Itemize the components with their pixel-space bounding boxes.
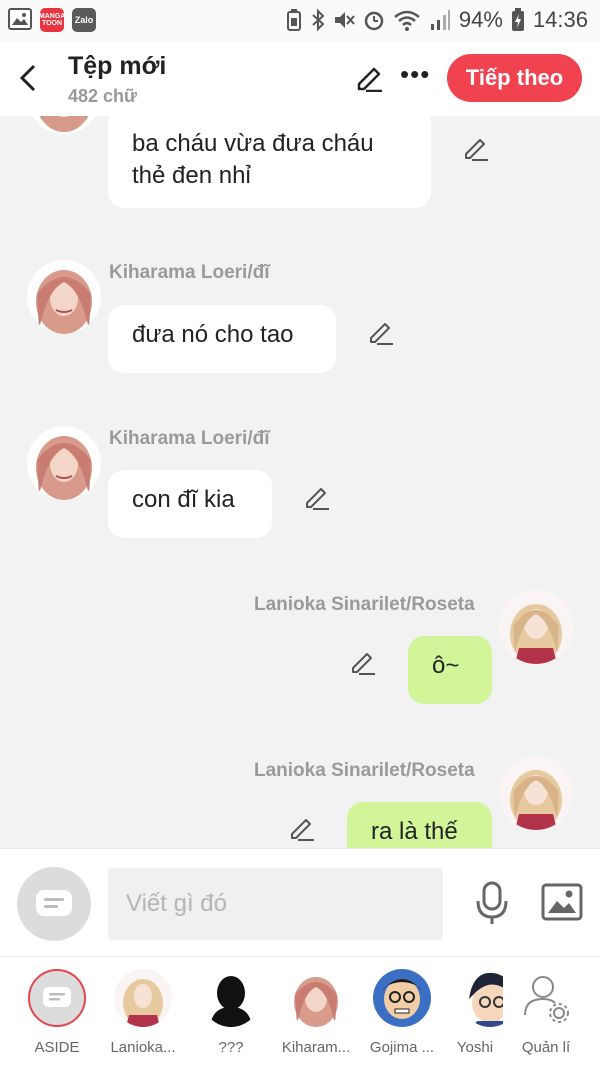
edit-message-icon[interactable] (349, 648, 377, 676)
message-text-line: ba cháu vừa đưa cháu (132, 130, 374, 157)
character-avatar-lanioka[interactable] (499, 756, 573, 830)
message-bubble[interactable]: ô~ (408, 636, 492, 704)
aside-chat-icon (36, 890, 72, 916)
battery-saver-icon (286, 9, 301, 31)
character-avatar-lanioka[interactable] (499, 590, 573, 664)
aside-toggle-button[interactable] (17, 867, 91, 941)
zalo-notification-icon: Zalo (72, 8, 96, 32)
character-label: Quản lí (521, 1039, 571, 1056)
character-avatar-kiharama[interactable] (27, 426, 101, 500)
clock: 14:36 (532, 7, 588, 32)
manage-characters-icon (524, 976, 569, 1023)
character-avatar (373, 969, 431, 1027)
character-name: Kiharama Loeri/đĩ (109, 428, 270, 449)
character-avatar (461, 969, 503, 1027)
status-bar: MANGA TOON Zalo 94% 14:36 (0, 0, 600, 42)
message-bubble[interactable]: ra là thế (347, 802, 492, 848)
character-avatar (202, 969, 260, 1027)
character-label: Kiharam... (281, 1039, 351, 1056)
character-label: ??? (218, 1039, 244, 1056)
character-item-yoshi[interactable]: Yoshi (447, 969, 503, 1064)
more-options-icon[interactable]: ••• (400, 61, 430, 87)
message-text-line: thẻ đen nhỉ (132, 162, 251, 189)
aside-avatar (28, 969, 86, 1027)
character-name: Lanioka Sinarilet/Roseta (254, 760, 475, 781)
edit-title-icon[interactable] (354, 62, 384, 92)
character-name: Kiharama Loeri/đĩ (109, 262, 270, 283)
character-avatar (114, 969, 172, 1027)
message-bubble[interactable]: con đĩ kia (108, 470, 272, 538)
aside-chat-icon (43, 987, 71, 1007)
character-label: Lanioka... (110, 1039, 176, 1056)
edit-message-icon[interactable] (303, 483, 331, 511)
message-text-line: ô~ (432, 652, 460, 679)
mute-icon (334, 12, 355, 28)
character-avatar (287, 969, 345, 1027)
character-label: Gojima ... (369, 1039, 435, 1056)
microphone-icon[interactable] (474, 881, 510, 925)
edit-message-icon[interactable] (288, 814, 316, 842)
character-avatar-kiharama[interactable] (27, 260, 101, 334)
character-label: Yoshi (456, 1039, 494, 1056)
character-item-lanioka[interactable]: Lanioka... (103, 969, 183, 1064)
message-input[interactable] (108, 868, 443, 940)
battery-percent: 94% (458, 7, 503, 32)
page-title: Tệp mới (68, 52, 167, 80)
character-bar: ASIDE Lanioka... ??? Kiharam... Gojima .… (0, 956, 600, 1067)
message-bubble[interactable]: đưa nó cho tao (108, 305, 336, 373)
character-label: ASIDE (34, 1039, 80, 1056)
edit-message-icon[interactable] (462, 134, 490, 162)
alarm-icon (364, 11, 384, 31)
message-bubble[interactable]: ba cháu vừa đưa cháu thẻ đen nhỉ (108, 116, 431, 208)
character-item-aside[interactable]: ASIDE (17, 969, 97, 1064)
character-avatar-kiharama[interactable] (27, 116, 101, 134)
back-arrow-icon[interactable] (14, 60, 42, 96)
message-composer (0, 848, 600, 956)
signal-icon (430, 10, 450, 30)
character-item-unknown[interactable]: ??? (191, 969, 271, 1064)
word-count: 482 chữ (68, 86, 138, 106)
mangatoon-notification-icon: MANGA TOON (39, 8, 65, 32)
character-item-kiharama[interactable]: Kiharam... (276, 969, 356, 1064)
message-text-line: con đĩ kia (132, 486, 235, 513)
message-text-line: ra là thế (371, 818, 458, 845)
message-text-line: đưa nó cho tao (132, 321, 294, 348)
chat-area[interactable]: ba cháu vừa đưa cháu thẻ đen nhỉ Kiharam… (0, 116, 600, 848)
edit-message-icon[interactable] (367, 318, 395, 346)
bluetooth-icon (312, 8, 325, 32)
character-manager-button[interactable]: Quản lí (506, 969, 586, 1064)
top-app-bar: Tệp mới 482 chữ ••• Tiếp theo (0, 42, 600, 116)
image-picker-icon[interactable] (541, 883, 583, 921)
gallery-notification-icon (8, 8, 32, 30)
battery-charging-icon (511, 8, 524, 31)
character-item-gojima[interactable]: Gojima ... (362, 969, 442, 1064)
character-name: Lanioka Sinarilet/Roseta (254, 594, 475, 615)
wifi-icon (394, 10, 420, 31)
next-button[interactable]: Tiếp theo (447, 54, 582, 102)
